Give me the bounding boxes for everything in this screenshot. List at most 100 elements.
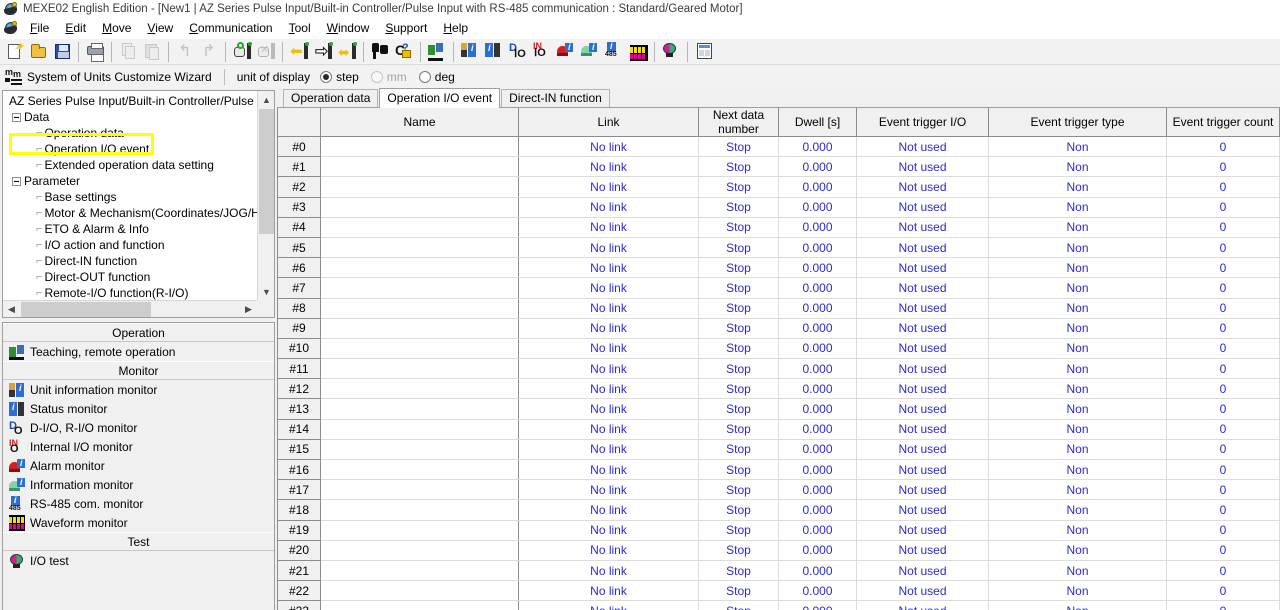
cell-index[interactable]: #22 — [277, 580, 321, 602]
table-row[interactable]: #7 No link Stop 0.000 Not used Non 0 — [277, 277, 1280, 299]
tree-node-motor-mechanism[interactable]: ⌐ Motor & Mechanism(Coordinates/JOG/Home… — [6, 205, 257, 221]
cell-next-data-number[interactable]: Stop — [698, 560, 779, 582]
cell-index[interactable]: #9 — [277, 318, 321, 339]
cell-event-trigger-type[interactable]: Non — [988, 217, 1167, 238]
cell-event-trigger-count[interactable]: 0 — [1166, 499, 1280, 521]
cell-index[interactable]: #8 — [277, 298, 321, 319]
dio-rio-monitor-icon[interactable]: D ⅠO — [507, 40, 531, 63]
cell-event-trigger-type[interactable]: Non — [988, 156, 1167, 178]
cell-name[interactable] — [320, 298, 519, 319]
cell-index[interactable]: #20 — [277, 540, 321, 561]
cell-index[interactable]: #2 — [277, 176, 321, 198]
cell-event-trigger-io[interactable]: Not used — [856, 318, 989, 339]
cell-next-data-number[interactable]: Stop — [698, 277, 779, 299]
cell-link[interactable]: No link — [518, 499, 699, 521]
cell-next-data-number[interactable]: Stop — [698, 217, 779, 238]
nav-item-dio-rio-monitor[interactable]: DO D-I/O, R-I/O monitor — [3, 418, 274, 437]
cell-dwell[interactable]: 0.000 — [778, 459, 857, 481]
cell-name[interactable] — [320, 217, 519, 238]
tree-root[interactable]: AZ Series Pulse Input/Built-in Controlle… — [6, 93, 257, 109]
write-to-device-icon[interactable]: ✕ — [255, 40, 279, 63]
table-row[interactable]: #2 No link Stop 0.000 Not used Non 0 — [277, 176, 1280, 198]
cell-index[interactable]: #13 — [277, 398, 321, 420]
cell-link[interactable]: No link — [518, 419, 699, 440]
cell-next-data-number[interactable]: Stop — [698, 479, 779, 501]
cell-event-trigger-count[interactable]: 0 — [1166, 318, 1280, 339]
cell-link[interactable]: No link — [518, 560, 699, 582]
data-grid-container[interactable]: Name Link Next data number Dwell [s] Eve… — [277, 108, 1280, 610]
cell-event-trigger-count[interactable]: 0 — [1166, 479, 1280, 501]
cell-name[interactable] — [320, 479, 519, 501]
cell-event-trigger-count[interactable]: 0 — [1166, 156, 1280, 178]
cell-next-data-number[interactable]: Stop — [698, 237, 779, 259]
tree-node-direct-out-function[interactable]: ⌐ Direct-OUT function — [6, 269, 257, 285]
table-row[interactable]: #15 No link Stop 0.000 Not used Non 0 — [277, 439, 1280, 461]
cell-name[interactable] — [320, 419, 519, 440]
cell-next-data-number[interactable]: Stop — [698, 520, 779, 541]
cell-dwell[interactable]: 0.000 — [778, 560, 857, 582]
cell-event-trigger-type[interactable]: Non — [988, 499, 1167, 521]
table-row[interactable]: #19 No link Stop 0.000 Not used Non 0 — [277, 520, 1280, 541]
cell-event-trigger-type[interactable]: Non — [988, 439, 1167, 461]
waveform-monitor-icon[interactable] — [627, 40, 651, 63]
cell-event-trigger-count[interactable]: 0 — [1166, 338, 1280, 360]
cell-event-trigger-count[interactable]: 0 — [1166, 298, 1280, 319]
table-row[interactable]: #6 No link Stop 0.000 Not used Non 0 — [277, 257, 1280, 279]
cell-index[interactable]: #4 — [277, 217, 321, 238]
cell-next-data-number[interactable]: Stop — [698, 600, 779, 610]
cell-event-trigger-count[interactable]: 0 — [1166, 520, 1280, 541]
cell-dwell[interactable]: 0.000 — [778, 499, 857, 521]
nav-item-rs485-com-monitor[interactable]: 485 RS-485 com. monitor — [3, 494, 274, 513]
cell-event-trigger-count[interactable]: 0 — [1166, 540, 1280, 561]
cell-index[interactable]: #7 — [277, 277, 321, 299]
table-row[interactable]: #5 No link Stop 0.000 Not used Non 0 — [277, 237, 1280, 259]
table-row[interactable]: #10 No link Stop 0.000 Not used Non 0 — [277, 338, 1280, 360]
menu-item-communication[interactable]: Communication — [181, 19, 280, 37]
cell-name[interactable] — [320, 459, 519, 481]
cell-dwell[interactable]: 0.000 — [778, 580, 857, 602]
cell-dwell[interactable]: 0.000 — [778, 136, 857, 158]
cell-event-trigger-io[interactable]: Not used — [856, 398, 989, 420]
cell-event-trigger-io[interactable]: Not used — [856, 560, 989, 582]
cell-event-trigger-type[interactable]: Non — [988, 358, 1167, 380]
cell-event-trigger-io[interactable]: Not used — [856, 298, 989, 319]
cell-link[interactable]: No link — [518, 378, 699, 400]
cell-next-data-number[interactable]: Stop — [698, 136, 779, 158]
cell-link[interactable]: No link — [518, 600, 699, 610]
radio-unit-mm[interactable]: mm — [370, 70, 407, 84]
cell-event-trigger-count[interactable]: 0 — [1166, 197, 1280, 218]
cell-event-trigger-io[interactable]: Not used — [856, 459, 989, 481]
cell-link[interactable]: No link — [518, 358, 699, 380]
cell-name[interactable] — [320, 439, 519, 461]
cell-dwell[interactable]: 0.000 — [778, 257, 857, 279]
collapse-icon[interactable] — [12, 112, 21, 122]
table-row[interactable]: #8 No link Stop 0.000 Not used Non 0 — [277, 298, 1280, 319]
col-header-event-trigger-type[interactable]: Event trigger type — [988, 108, 1167, 137]
cell-link[interactable]: No link — [518, 338, 699, 360]
cell-event-trigger-type[interactable]: Non — [988, 580, 1167, 602]
tree-hscroll-thumb[interactable] — [21, 302, 151, 317]
cell-index[interactable]: #19 — [277, 520, 321, 541]
cell-event-trigger-io[interactable]: Not used — [856, 479, 989, 501]
radio-unit-deg[interactable]: deg — [418, 70, 455, 84]
cell-name[interactable] — [320, 600, 519, 610]
data-in-icon[interactable]: ⬅ — [288, 40, 312, 63]
cell-link[interactable]: No link — [518, 580, 699, 602]
cell-link[interactable]: No link — [518, 217, 699, 238]
cell-dwell[interactable]: 0.000 — [778, 197, 857, 218]
table-row[interactable]: #12 No link Stop 0.000 Not used Non 0 — [277, 378, 1280, 400]
table-row[interactable]: #14 No link Stop 0.000 Not used Non 0 — [277, 419, 1280, 440]
cell-next-data-number[interactable]: Stop — [698, 176, 779, 198]
cell-event-trigger-io[interactable]: Not used — [856, 136, 989, 158]
cell-dwell[interactable]: 0.000 — [778, 318, 857, 339]
cell-event-trigger-type[interactable]: Non — [988, 378, 1167, 400]
tree-node-parameter[interactable]: Parameter — [6, 173, 257, 189]
cell-index[interactable]: #18 — [277, 499, 321, 521]
col-header-next-data-number[interactable]: Next data number — [698, 108, 779, 137]
cell-event-trigger-type[interactable]: Non — [988, 520, 1167, 541]
cell-name[interactable] — [320, 398, 519, 420]
cell-name[interactable] — [320, 378, 519, 400]
cell-next-data-number[interactable]: Stop — [698, 358, 779, 380]
tree-node-base-settings[interactable]: ⌐ Base settings — [6, 189, 257, 205]
menu-item-file[interactable]: File — [22, 19, 57, 37]
